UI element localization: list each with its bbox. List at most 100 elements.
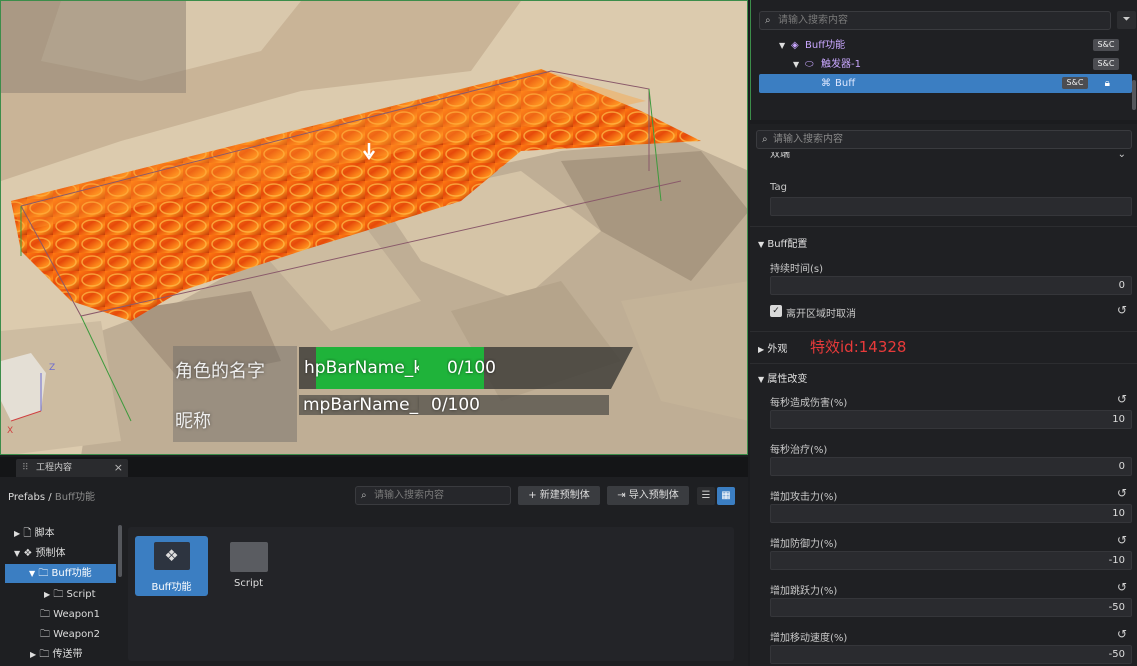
reset-icon[interactable]: ↺ <box>1117 533 1127 547</box>
new-prefab-button[interactable]: + 新建预制体 <box>518 486 600 505</box>
section-title: Buff配置 <box>767 239 808 250</box>
network-select-value: 双端 <box>770 152 790 160</box>
caret-right-icon: ▶ <box>758 345 765 354</box>
section-buff-config[interactable]: ▼ Buff配置 <box>758 235 807 250</box>
mp-bar-value: 0/100 <box>431 395 480 415</box>
wifi-icon: ◈ <box>791 40 799 51</box>
panel-tabstrip: ⠿ 工程内容 × <box>0 457 748 477</box>
caret-down-icon: ▼ <box>758 375 765 384</box>
caret-down-icon[interactable]: ▼ <box>29 569 35 578</box>
import-prefab-button[interactable]: ⇥ 导入预制体 <box>607 486 689 505</box>
hierarchy-row-label: Buff <box>835 78 856 89</box>
hierarchy-row-buff[interactable]: ⌘ Buff S&C 🔒︎ <box>759 74 1132 93</box>
sc-badge: S&C <box>1093 39 1119 51</box>
network-select[interactable]: 双端 ⌄ <box>770 152 1132 164</box>
reset-icon[interactable]: ↺ <box>1117 392 1127 406</box>
asset-card-label: Script <box>233 578 263 589</box>
attr-label-speed: 增加移动速度(%) <box>770 633 848 644</box>
reset-icon[interactable]: ↺ <box>1117 486 1127 500</box>
tag-input[interactable] <box>770 197 1132 216</box>
effect-id-annotation: 特效id:14328 <box>810 338 907 356</box>
attr-label-defense: 增加防御力(%) <box>770 539 838 550</box>
leave-cancel-checkbox[interactable]: ✓ <box>770 305 782 317</box>
close-icon[interactable]: × <box>114 459 123 477</box>
sc-badge: S&C <box>1062 77 1088 89</box>
duration-input[interactable]: 0 <box>770 276 1132 295</box>
attr-input-heal[interactable]: 0 <box>770 457 1132 476</box>
list-view-button[interactable]: ☰ <box>697 487 715 505</box>
folder-tree: ▶ 🗋 脚本 ▼ ❖ 预制体 ▼ 🗀 Buff功能 ▶ 🗀 Script 🗀 W… <box>0 523 124 666</box>
breadcrumb-root[interactable]: Prefabs <box>8 492 45 503</box>
hierarchy-row-buff-function[interactable]: ▼ ◈ Buff功能 S&C <box>759 36 1133 55</box>
chevron-down-icon: ⌄ <box>1117 152 1126 160</box>
attr-label-attack: 增加攻击力(%) <box>770 492 838 503</box>
tree-item-weapon2[interactable]: 🗀 Weapon2 <box>0 625 118 644</box>
lock-icon[interactable]: 🔒︎ <box>1105 74 1110 93</box>
folder-icon <box>229 542 268 572</box>
reset-icon[interactable]: ↺ <box>1117 303 1127 317</box>
attr-label-dps: 每秒造成伤害(%) <box>770 398 848 409</box>
attr-input-defense[interactable]: -10 <box>770 551 1132 570</box>
project-panel: ⠿ 工程内容 × Prefabs / Buff功能 ⌕ 请输入搜索内容 + 新建… <box>0 457 748 666</box>
attr-input-attack[interactable]: 10 <box>770 504 1132 523</box>
caret-down-icon[interactable]: ▼ <box>14 549 20 558</box>
grid-view-button[interactable]: ▦ <box>717 487 735 505</box>
folder-icon: 🗀 <box>40 629 50 640</box>
tree-item-script[interactable]: ▶ 🗀 Script <box>0 585 118 604</box>
reset-icon[interactable]: ↺ <box>1117 627 1127 641</box>
attr-input-dps[interactable]: 10 <box>770 410 1132 429</box>
caret-right-icon[interactable]: ▶ <box>44 590 50 599</box>
hierarchy-row-trigger[interactable]: ▼ ⬭ 触发器-1 S&C <box>759 55 1133 74</box>
file-icon: 🗋 <box>23 528 32 539</box>
tab-label: 工程内容 <box>36 463 73 473</box>
filter-button[interactable]: ⏷ <box>1117 11 1136 29</box>
tab-project-content[interactable]: ⠿ 工程内容 × <box>16 459 128 477</box>
tree-item-scripts[interactable]: ▶ 🗋 脚本 <box>0 524 118 543</box>
tree-scrollbar[interactable] <box>118 525 122 577</box>
hierarchy-search-input[interactable]: ⌕ 请输入搜索内容 <box>759 11 1111 30</box>
hierarchy-panel: ⌕ 请输入搜索内容 ⏷ ▼ ◈ Buff功能 S&C ▼ ⬭ 触发器-1 S&C… <box>750 0 1137 120</box>
folder-icon: 🗀 <box>53 589 64 600</box>
hierarchy-scrollbar[interactable] <box>1132 80 1136 110</box>
section-appearance[interactable]: ▶ 外观 <box>758 340 787 355</box>
attr-input-jump[interactable]: -50 <box>770 598 1132 617</box>
search-placeholder: 请输入搜索内容 <box>778 15 848 26</box>
section-divider <box>750 331 1137 332</box>
section-attributes[interactable]: ▼ 属性改变 <box>758 370 807 385</box>
caret-down-icon[interactable]: ▼ <box>779 36 785 55</box>
inspector-search-input[interactable]: ⌕ 请输入搜索内容 <box>756 130 1132 149</box>
list-icon: ☰ <box>701 490 711 501</box>
caret-down-icon[interactable]: ▼ <box>793 55 799 74</box>
caret-right-icon[interactable]: ▶ <box>30 650 36 659</box>
breadcrumb-separator: / <box>48 492 52 503</box>
tree-item-label: 预制体 <box>35 548 66 559</box>
tree-item-weapon1[interactable]: 🗀 Weapon1 <box>0 605 118 624</box>
tree-item-buff[interactable]: ▼ 🗀 Buff功能 <box>5 564 116 583</box>
plus-icon: + <box>528 490 537 501</box>
gizmo-z-label: Z <box>49 363 56 373</box>
import-icon: ⇥ <box>617 490 626 501</box>
asset-card-buff[interactable]: ❖ Buff功能 <box>135 536 208 596</box>
breadcrumb: Prefabs / Buff功能 <box>8 488 95 503</box>
tree-item-label: 传送带 <box>52 649 83 660</box>
drag-handle-icon[interactable]: ⠿ <box>22 459 29 477</box>
caret-down-icon: ▼ <box>758 240 765 249</box>
folder-icon: 🗀 <box>38 568 49 579</box>
mp-bar-name: mpBarName_l <box>303 395 419 415</box>
reset-icon[interactable]: ↺ <box>1117 580 1127 594</box>
prefab-icon: ❖ <box>23 548 33 559</box>
section-title: 属性改变 <box>767 374 808 385</box>
scene-viewport[interactable]: 角色的名字 昵称 hpBarName_k 0/100 mpBarName_l 0… <box>0 0 748 455</box>
tree-item-label: 脚本 <box>34 528 55 539</box>
search-placeholder: 请输入搜索内容 <box>374 490 444 501</box>
project-search-input[interactable]: ⌕ 请输入搜索内容 <box>355 486 511 505</box>
hud-nick-label: 昵称 <box>175 411 211 432</box>
section-divider <box>750 226 1137 227</box>
tree-item-conveyor[interactable]: ▶ 🗀 传送带 <box>0 645 118 664</box>
caret-right-icon[interactable]: ▶ <box>14 529 20 538</box>
attr-input-speed[interactable]: -50 <box>770 645 1132 664</box>
attr-label-jump: 增加跳跃力(%) <box>770 586 838 597</box>
tag-label: Tag <box>770 182 787 193</box>
asset-card-script[interactable]: Script <box>212 536 285 596</box>
tree-item-prefabs[interactable]: ▼ ❖ 预制体 <box>0 544 118 563</box>
